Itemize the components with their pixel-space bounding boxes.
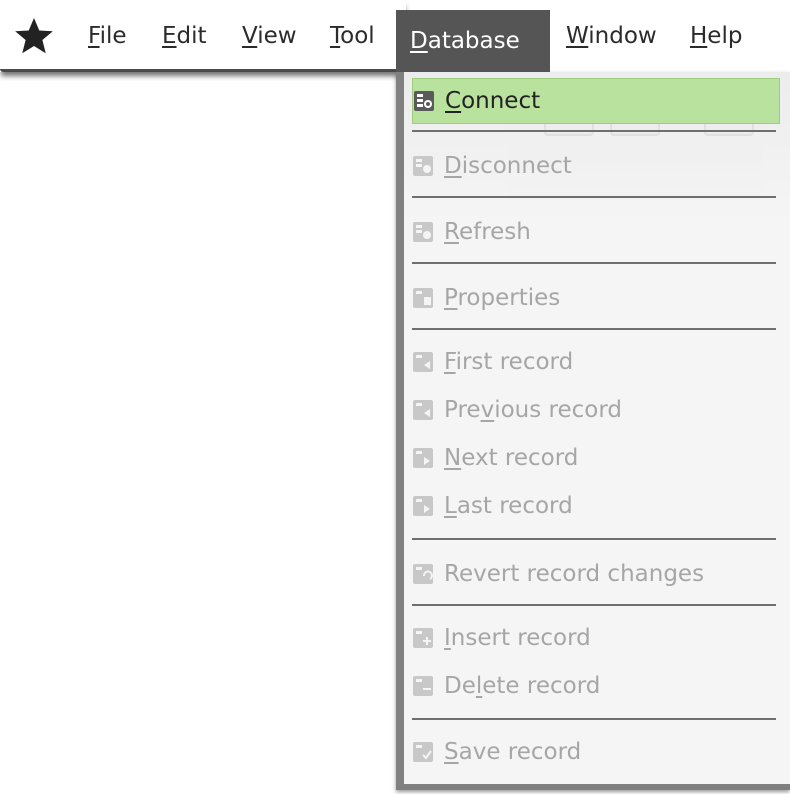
next-record-icon [413,448,433,468]
menu-edit[interactable]: Edit [162,0,207,72]
menu-item-refresh[interactable]: Refresh [412,210,782,254]
menu-item-last-record[interactable]: Last record [412,484,782,528]
separator [412,604,776,606]
disconnect-icon [413,156,433,176]
properties-icon [413,288,433,308]
star-icon[interactable] [14,16,54,56]
delete-record-icon [413,676,433,696]
dropdown-panel: Connect Disconnect Refresh Properties Fi… [404,72,790,784]
menu-item-insert-record[interactable]: Insert record [412,616,782,660]
insert-record-icon [413,628,433,648]
menu-item-revert-record-changes[interactable]: Revert record changes [412,552,782,596]
menu-item-delete-record[interactable]: Delete record [412,664,782,708]
menu-item-disconnect[interactable]: Disconnect [412,144,782,188]
refresh-icon [413,222,433,242]
separator [412,130,776,132]
menu-view[interactable]: View [242,0,297,72]
menu-database[interactable]: Database [396,10,550,72]
connect-icon [414,91,434,111]
separator [412,328,776,330]
menu-item-properties[interactable]: Properties [412,276,782,320]
menubar: File Edit View Tool [0,0,406,72]
revert-record-icon [413,564,433,584]
menu-item-next-record[interactable]: Next record [412,436,782,480]
separator [412,718,776,720]
last-record-icon [413,496,433,516]
separator [412,196,776,198]
separator [412,262,776,264]
menu-item-first-record[interactable]: First record [412,340,782,384]
separator [412,538,776,540]
previous-record-icon [413,400,433,420]
menu-file[interactable]: File [88,0,127,72]
menu-window[interactable]: Window [566,0,657,72]
menu-tool[interactable]: Tool [330,0,375,72]
menu-item-previous-record[interactable]: Previous record [412,388,782,432]
database-dropdown-menu: Connect Disconnect Refresh Properties Fi… [396,72,790,790]
menu-item-connect[interactable]: Connect [412,78,780,124]
first-record-icon [413,352,433,372]
menu-item-save-record[interactable]: Save record [412,730,782,774]
menu-help[interactable]: Help [690,0,742,72]
save-record-icon [413,742,433,762]
